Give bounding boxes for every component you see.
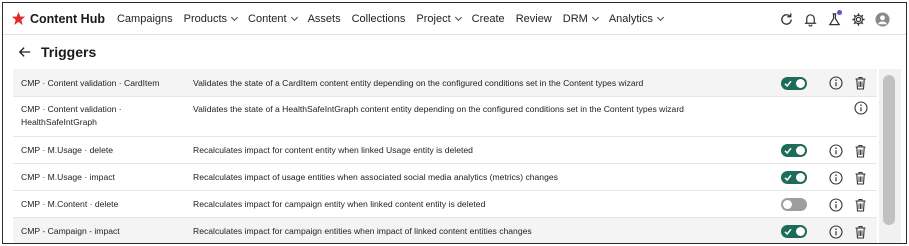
- enabled-toggle-on[interactable]: [781, 77, 807, 90]
- gear-icon[interactable]: [848, 9, 868, 29]
- bell-icon[interactable]: [800, 9, 820, 29]
- info-icon[interactable]: [829, 198, 843, 212]
- nav-item-project[interactable]: Project: [416, 12, 462, 25]
- back-arrow-icon[interactable]: [15, 42, 35, 62]
- scrollbar-thumb[interactable]: [883, 75, 895, 225]
- trigger-name-line: CMP · M.Content · delete: [21, 199, 119, 209]
- trigger-row[interactable]: CMP · M.Content · delete Recalculates imp…: [13, 191, 877, 218]
- chevron-down-icon: [656, 13, 664, 21]
- trigger-name: CMP · M.Content · delete: [21, 198, 118, 211]
- nav-item-review[interactable]: Review: [516, 13, 552, 25]
- trigger-row[interactable]: CMP · Content validation · HealthSafeIntG…: [13, 97, 877, 137]
- trigger-row[interactable]: CMP · Content validation · CardItem Valid…: [13, 69, 877, 97]
- checkmark-icon: [784, 146, 792, 155]
- nav-item-label: Content: [248, 12, 287, 25]
- refresh-icon[interactable]: [776, 9, 796, 29]
- top-navigation: Content Hub Campaigns Products Content Asse…: [3, 3, 906, 35]
- nav-menu: Campaigns Products Content Assets Collection…: [117, 13, 674, 25]
- trash-icon[interactable]: [854, 171, 867, 185]
- trigger-description: Validates the state of a CardItem conten…: [193, 78, 644, 88]
- chevron-down-icon: [231, 13, 239, 21]
- enabled-toggle-on[interactable]: [781, 171, 807, 184]
- chevron-down-icon: [591, 13, 599, 21]
- toggle-knob: [783, 200, 792, 209]
- trigger-row[interactable]: CMP · M.Usage · delete Recalculates impac…: [13, 137, 877, 164]
- trash-icon[interactable]: [854, 198, 867, 212]
- trigger-name: CMP - Campaign - impact: [21, 225, 120, 238]
- enabled-toggle-on[interactable]: [781, 225, 807, 238]
- enabled-toggle-off[interactable]: [781, 198, 807, 211]
- toggle-knob: [796, 173, 805, 182]
- nav-item-content[interactable]: Content: [248, 12, 298, 25]
- nav-item-collections[interactable]: Collections: [352, 13, 406, 25]
- user-avatar-icon[interactable]: [872, 9, 892, 29]
- trigger-row[interactable]: CMP · M.Usage · impact Recalculates impac…: [13, 164, 877, 191]
- nav-item-assets[interactable]: Assets: [308, 13, 341, 25]
- page-title: Triggers: [41, 44, 97, 60]
- toggle-knob: [796, 79, 805, 88]
- checkmark-icon: [784, 227, 792, 236]
- trigger-description: Recalculates impact for content entity w…: [193, 145, 473, 155]
- trigger-description: Recalculates impact for campaign entitie…: [193, 226, 532, 236]
- content-hub-logo-icon: [11, 11, 26, 26]
- nav-right-icons: [772, 9, 892, 29]
- chevron-down-icon: [290, 13, 298, 21]
- trigger-list: CMP · Content validation · CardItem Valid…: [13, 69, 877, 243]
- trash-icon[interactable]: [854, 144, 867, 158]
- trash-icon[interactable]: [854, 76, 867, 90]
- nav-item-label: Assets: [307, 12, 341, 25]
- trigger-name: CMP · M.Usage · delete: [21, 144, 113, 157]
- trigger-description: Recalculates impact for campaign entity …: [193, 199, 486, 209]
- nav-item-label: Collections: [351, 12, 406, 25]
- trigger-name-line: CMP - Campaign - impact: [21, 226, 120, 236]
- trigger-description: Recalculates impact of usage entities wh…: [193, 172, 558, 182]
- flask-icon[interactable]: [824, 9, 844, 29]
- nav-item-label: Review: [515, 12, 552, 25]
- toggle-knob: [796, 146, 805, 155]
- trigger-row[interactable]: CMP - Campaign - impact Recalculates impa…: [13, 218, 877, 243]
- notification-dot: [837, 10, 842, 15]
- app-logo[interactable]: Content Hub: [11, 11, 105, 26]
- nav-item-drm[interactable]: DRM: [562, 12, 599, 25]
- nav-item-label: Create: [471, 12, 505, 25]
- info-icon[interactable]: [829, 225, 843, 239]
- trigger-name-line: CMP · Content validation · CardItem: [21, 78, 160, 88]
- info-icon[interactable]: [854, 101, 868, 115]
- nav-item-products[interactable]: Products: [183, 12, 239, 25]
- nav-item-label: Products: [183, 12, 228, 25]
- trigger-name: CMP · M.Usage · impact: [21, 171, 115, 184]
- chevron-down-icon: [454, 13, 462, 21]
- trigger-name: CMP · Content validation · HealthSafeIntG…: [21, 103, 122, 129]
- trigger-name-line: CMP · M.Usage · delete: [21, 145, 114, 155]
- info-icon[interactable]: [829, 171, 843, 185]
- vertical-scrollbar[interactable]: [879, 69, 901, 243]
- app-window: Content Hub Campaigns Products Content Asse…: [2, 2, 907, 244]
- info-icon[interactable]: [829, 76, 843, 90]
- trigger-name-line: HealthSafeIntGraph: [21, 117, 97, 127]
- trigger-description: Validates the state of a HealthSafeIntGr…: [193, 104, 684, 114]
- nav-item-label: Campaigns: [116, 12, 173, 25]
- info-icon[interactable]: [829, 144, 843, 158]
- checkmark-icon: [784, 173, 792, 182]
- nav-item-label: Project: [416, 12, 451, 25]
- page-header: Triggers: [3, 36, 906, 68]
- nav-item-create[interactable]: Create: [472, 13, 505, 25]
- trigger-name: CMP · Content validation · CardItem: [21, 77, 159, 90]
- trigger-name-line: CMP · Content validation ·: [21, 104, 122, 114]
- nav-item-campaigns[interactable]: Campaigns: [117, 13, 173, 25]
- nav-item-label: Analytics: [608, 12, 653, 25]
- checkmark-icon: [784, 79, 792, 88]
- nav-item-analytics[interactable]: Analytics: [608, 12, 664, 25]
- toggle-knob: [796, 227, 805, 236]
- trigger-name-line: CMP · M.Usage · impact: [21, 172, 115, 182]
- nav-item-label: DRM: [562, 12, 588, 25]
- enabled-toggle-on[interactable]: [781, 144, 807, 157]
- app-name: Content Hub: [30, 11, 105, 26]
- trash-icon[interactable]: [854, 225, 867, 239]
